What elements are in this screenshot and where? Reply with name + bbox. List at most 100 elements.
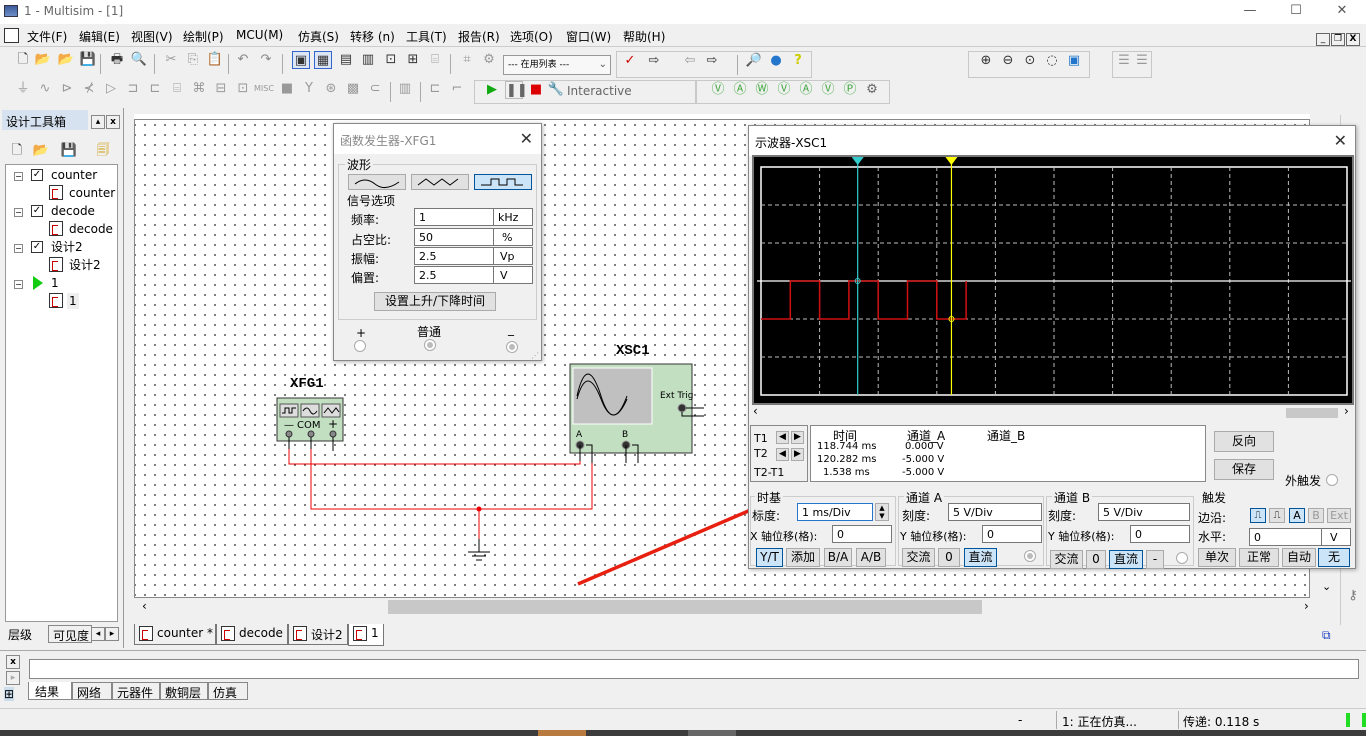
help-icon[interactable]: ? <box>789 52 807 70</box>
channel-a-dc-button[interactable]: 直流 <box>964 548 997 567</box>
tree-item[interactable]: counter <box>69 185 115 201</box>
channel-a-ypos-input[interactable]: 0 <box>982 525 1042 543</box>
menu-window[interactable]: 窗口(W) <box>566 28 611 44</box>
cmos-icon[interactable]: ⊏ <box>146 80 164 98</box>
tab-hierarchy[interactable]: 层级 <box>4 625 36 643</box>
advanced-peripherals-icon[interactable]: ⌘ <box>190 80 208 98</box>
minus-terminal-radio[interactable] <box>506 341 518 353</box>
scope-scrollbar-thumb[interactable] <box>1286 408 1338 418</box>
panel-close-button[interactable]: x <box>106 115 120 129</box>
database-manager-icon[interactable]: ▥ <box>359 51 377 69</box>
pause-icon[interactable]: ❚❚ <box>505 81 528 99</box>
digital-probe-icon[interactable]: Ⓟ <box>841 81 859 99</box>
mode-ba-button[interactable]: B/A <box>824 548 852 567</box>
common-terminal-radio[interactable] <box>424 339 436 351</box>
analog-icon[interactable]: ▷ <box>102 80 120 98</box>
ttl-icon[interactable]: ⊐ <box>124 80 142 98</box>
open-design-icon[interactable]: 📂 <box>32 142 50 160</box>
paste-icon[interactable]: 📋 <box>206 51 224 69</box>
tab-components[interactable]: 元器件 <box>112 682 160 700</box>
channel-b-scale-input[interactable]: 5 V/Div <box>1098 503 1190 521</box>
output-text-area[interactable] <box>29 659 1359 679</box>
checkbox-icon[interactable]: ✓ <box>31 205 43 217</box>
tree-item[interactable]: 1 <box>67 293 79 309</box>
save-design-icon[interactable]: 💾 <box>60 142 78 160</box>
mdi-minimize-button[interactable]: _ <box>1316 33 1330 46</box>
design-toolbox-toggle-icon[interactable]: ▣ <box>292 51 310 69</box>
zoom-out-icon[interactable]: ⊖ <box>999 52 1017 70</box>
print-icon[interactable]: 🖶 <box>108 51 126 69</box>
redo-icon[interactable]: ↷ <box>257 51 275 69</box>
tab-copper-layers[interactable]: 敷铜层 <box>160 682 208 700</box>
doc-tab-counter[interactable]: counter * <box>134 624 216 645</box>
channel-a-scale-input[interactable]: 5 V/Div <box>948 503 1042 521</box>
tree-item[interactable]: 1 <box>51 275 59 291</box>
interactive-label[interactable]: Interactive <box>567 84 632 98</box>
trigger-source-b-button[interactable]: B <box>1308 508 1324 523</box>
resize-grip-icon[interactable]: ⋰ <box>531 351 539 360</box>
cut-icon[interactable]: ✂ <box>162 51 180 69</box>
set-rise-fall-time-button[interactable]: 设置上升/下降时间 <box>374 292 496 311</box>
new-icon[interactable]: 🗋 <box>14 51 32 69</box>
oscilloscope-screen[interactable] <box>752 155 1354 405</box>
align-left-icon[interactable]: ☰ <box>1115 52 1133 70</box>
bus-icon[interactable]: ⊏ <box>426 80 444 98</box>
tab-visibility[interactable]: 可见度 <box>48 625 92 643</box>
amplitude-unit[interactable]: Vp <box>493 247 533 265</box>
menu-tools[interactable]: 工具(T) <box>406 28 447 44</box>
mixed-icon[interactable]: ⊟ <box>212 80 230 98</box>
power-component-icon[interactable]: ■ <box>278 80 296 98</box>
function-generator-symbol[interactable]: — COM + <box>276 397 344 442</box>
output-expand-button[interactable]: ▸ <box>6 671 20 685</box>
zoom-in-icon[interactable]: ⊕ <box>977 52 995 70</box>
minimize-button[interactable]: — <box>1235 2 1265 22</box>
trigger-none-button[interactable]: 无 <box>1318 548 1350 567</box>
print-preview-icon[interactable]: 🔍 <box>130 51 148 69</box>
save-button[interactable]: 保存 <box>1214 459 1274 480</box>
external-trigger-radio[interactable] <box>1326 474 1338 486</box>
channel-b-invert-button[interactable]: - <box>1146 550 1164 569</box>
hierarchical-block-icon[interactable]: ▥ <box>396 80 414 98</box>
mode-ab-button[interactable]: A/B <box>856 548 886 567</box>
open-sample-icon[interactable]: 📂 <box>57 51 75 69</box>
channel-b-zero-button[interactable]: 0 <box>1086 550 1106 569</box>
panel-float-button[interactable]: ▴ <box>91 115 105 129</box>
rf-icon[interactable]: Y <box>300 80 318 98</box>
taskbar-app[interactable] <box>538 730 586 736</box>
trigger-normal-button[interactable]: 正常 <box>1239 548 1279 567</box>
breadboard-icon[interactable]: ⌸ <box>426 51 444 69</box>
tree-item[interactable]: decode <box>51 203 95 219</box>
trigger-single-button[interactable]: 单次 <box>1198 548 1236 567</box>
source-icon[interactable]: ⏚ <box>14 80 32 98</box>
scroll-down-icon[interactable]: ⌄ <box>1322 580 1331 593</box>
full-screen-icon[interactable]: ▣ <box>1065 52 1083 70</box>
trigger-source-ext-button[interactable]: Ext <box>1327 508 1351 523</box>
mdi-restore-button[interactable]: ❐ <box>1331 33 1345 46</box>
checkbox-icon[interactable]: ✓ <box>31 241 43 253</box>
basic-icon[interactable]: ∿ <box>36 80 54 98</box>
menu-edit[interactable]: 编辑(E) <box>79 28 120 44</box>
power-probe-icon[interactable]: Ⓦ <box>753 81 771 99</box>
t1-left-button[interactable]: ◀ <box>776 431 789 444</box>
diode-icon[interactable]: ⊳ <box>58 80 76 98</box>
fg-close-button[interactable]: ✕ <box>520 129 533 148</box>
save-icon[interactable]: 💾 <box>79 51 97 69</box>
scroll-right-icon[interactable]: › <box>1304 599 1309 613</box>
indicator-icon[interactable]: ⊡ <box>234 80 252 98</box>
trigger-level-unit[interactable]: V <box>1321 528 1351 546</box>
tab-simulation[interactable]: 仿真 <box>208 682 248 700</box>
zoom-fit-icon[interactable]: ◌ <box>1043 52 1061 70</box>
tree-item[interactable]: counter <box>51 167 97 183</box>
menu-mcu[interactable]: MCU(M) <box>236 28 283 44</box>
forward-annotate-icon[interactable]: ⇨ <box>703 52 721 70</box>
channel-a-ac-button[interactable]: 交流 <box>902 548 935 567</box>
run-icon[interactable]: ▶ <box>483 81 501 99</box>
t2-left-button[interactable]: ◀ <box>776 448 789 461</box>
trigger-level-input[interactable]: 0 <box>1249 528 1322 546</box>
voltage-current-probe-icon[interactable]: Ⓐ <box>797 81 815 99</box>
collapse-icon[interactable]: − <box>14 244 23 253</box>
timebase-scale-input[interactable]: 1 ms/Div <box>797 503 873 521</box>
doc-tab-decode[interactable]: decode <box>216 624 288 645</box>
document-history-icon[interactable]: 🗐 <box>94 142 112 160</box>
annotate-icon[interactable]: ⌗ <box>458 51 476 69</box>
